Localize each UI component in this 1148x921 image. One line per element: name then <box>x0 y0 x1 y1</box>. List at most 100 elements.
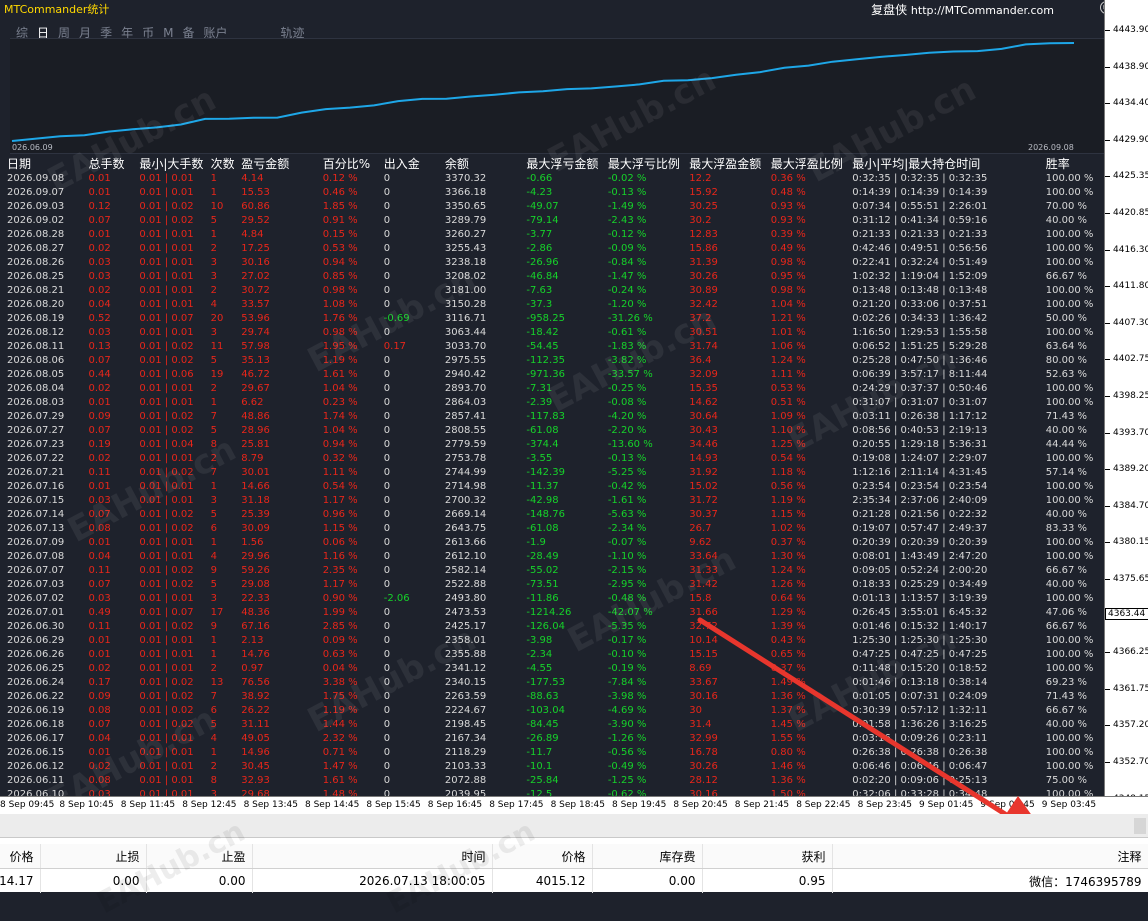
table-cell: 1.17 % <box>322 579 358 590</box>
table-row[interactable]: 2026.07.09 0.01 0.01 | 0.01 1 1.56 0.06 % 0 261… <box>0 536 1104 550</box>
column-header[interactable]: 最小|平均|最大持仓时间 <box>845 155 1039 172</box>
orders-column-header[interactable]: 库存费 <box>592 844 703 869</box>
table-cell: 69.23 % <box>1045 677 1088 688</box>
table-row[interactable]: 2026.06.17 0.04 0.01 | 0.01 4 49.05 2.32 % 0 21… <box>0 732 1104 746</box>
orders-column-header[interactable]: 注释 <box>832 844 1148 869</box>
table-row[interactable]: 2026.08.04 0.02 0.01 | 0.01 2 29.67 1.04 % 0 28… <box>0 382 1104 396</box>
column-header[interactable]: 总手数 <box>81 155 132 172</box>
table-row[interactable]: 2026.07.27 0.07 0.01 | 0.02 5 28.96 1.04 % 0 28… <box>0 424 1104 438</box>
table-row[interactable]: 2026.08.25 0.03 0.01 | 0.01 3 27.02 0.85 % 0 32… <box>0 270 1104 284</box>
table-row[interactable]: 2026.06.18 0.07 0.01 | 0.02 5 31.11 1.44 % 0 21… <box>0 718 1104 732</box>
table-row[interactable]: 2026.06.25 0.02 0.01 | 0.01 2 0.97 0.04 % 0 234… <box>0 662 1104 676</box>
table-cell: 100.00 % <box>1045 537 1094 548</box>
table-cell: 31.11 <box>241 719 270 730</box>
table-cell: 0.01 <box>88 397 111 408</box>
table-row[interactable]: 2026.06.15 0.01 0.01 | 0.01 1 14.96 0.71 % 0 21… <box>0 746 1104 760</box>
table-row[interactable]: 2026.06.11 0.08 0.01 | 0.01 8 32.93 1.61 % 0 20… <box>0 774 1104 788</box>
table-row[interactable]: 2026.07.23 0.19 0.01 | 0.04 8 25.81 0.94 % 0 27… <box>0 438 1104 452</box>
table-row[interactable]: 2026.07.14 0.07 0.01 | 0.02 5 25.39 0.96 % 0 26… <box>0 508 1104 522</box>
table-cell: 0 <box>383 215 391 226</box>
table-row[interactable]: 2026.09.02 0.07 0.01 | 0.02 5 29.52 0.91 % 0 32… <box>0 214 1104 228</box>
table-cell: 3208.02 <box>444 271 487 282</box>
table-cell: 37.2 <box>689 313 712 324</box>
orders-column-header[interactable]: 止盈 <box>146 844 253 869</box>
column-header[interactable]: 胜率 <box>1039 155 1104 172</box>
orders-column-header[interactable]: 价格 <box>0 844 41 869</box>
orders-column-header[interactable]: 止损 <box>40 844 147 869</box>
table-cell: 4 <box>210 551 218 562</box>
table-row[interactable]: 2026.07.08 0.04 0.01 | 0.01 4 29.96 1.16 % 0 26… <box>0 550 1104 564</box>
price-scale[interactable]: 4443.90 4438.90 4434.40 4429.90 4425.35 4420.… <box>1104 0 1148 840</box>
table-row[interactable]: 2026.09.08 0.01 0.01 | 0.01 1 4.14 0.12 % 0 337… <box>0 172 1104 186</box>
column-header[interactable]: 日期 <box>0 155 81 172</box>
table-row[interactable]: 2026.08.19 0.52 0.01 | 0.07 20 53.96 1.76 % -0… <box>0 312 1104 326</box>
table-row[interactable]: 2026.08.21 0.02 0.01 | 0.01 2 30.72 0.98 % 0 31… <box>0 284 1104 298</box>
table-row[interactable]: 2026.08.11 0.13 0.01 | 0.02 11 57.98 1.95 % 0.… <box>0 340 1104 354</box>
column-header[interactable]: 最大浮亏比例 <box>601 155 682 172</box>
table-row[interactable]: 2026.08.12 0.03 0.01 | 0.01 3 29.74 0.98 % 0 30… <box>0 326 1104 340</box>
price-tick <box>1105 322 1110 324</box>
time-axis[interactable]: 8 Sep 09:45 8 Sep 10:45 8 Sep 11:45 8 Sep 1… <box>0 796 1148 814</box>
table-row[interactable]: 2026.07.21 0.11 0.01 | 0.02 7 30.01 1.11 % 0 27… <box>0 466 1104 480</box>
table-cell: 0 <box>383 453 391 464</box>
table-row[interactable]: 2026.06.24 0.17 0.01 | 0.02 13 76.56 3.38 % 0 2… <box>0 676 1104 690</box>
column-header[interactable]: 百分比% <box>316 155 377 172</box>
column-header[interactable]: 余额 <box>438 155 519 172</box>
table-row[interactable]: 2026.09.07 0.01 0.01 | 0.01 1 15.53 0.46 % 0 33… <box>0 186 1104 200</box>
table-row[interactable]: 2026.06.22 0.09 0.01 | 0.02 7 38.92 1.75 % 0 22… <box>0 690 1104 704</box>
orders-column-header[interactable]: 价格 <box>492 844 593 869</box>
column-header[interactable]: 最小|大手数 <box>132 155 203 172</box>
price-tick <box>1105 432 1110 434</box>
table-row[interactable]: 2026.08.27 0.02 0.01 | 0.01 2 17.25 0.53 % 0 32… <box>0 242 1104 256</box>
table-cell: 0:06:46 | 0:06:46 | 0:06:47 <box>852 761 988 772</box>
order-row[interactable]: 4014.170.000.002026.07.13 18:00:054015.1… <box>0 868 1148 893</box>
table-row[interactable]: 2026.08.20 0.04 0.01 | 0.01 4 33.57 1.08 % 0 31… <box>0 298 1104 312</box>
table-cell: 1.49 % <box>770 677 806 688</box>
table-row[interactable]: 2026.06.30 0.11 0.01 | 0.02 9 67.16 2.85 % 0 24… <box>0 620 1104 634</box>
panel-scroll-strip[interactable] <box>0 814 1148 838</box>
table-row[interactable]: 2026.06.26 0.01 0.01 | 0.01 1 14.76 0.63 % 0 23… <box>0 648 1104 662</box>
column-header[interactable]: 最大浮亏金额 <box>519 155 600 172</box>
orders-column-header[interactable]: 时间 <box>252 844 493 869</box>
table-cell: 0.01 | 0.01 <box>139 551 194 562</box>
price-tick <box>1105 66 1110 68</box>
table-row[interactable]: 2026.08.26 0.03 0.01 | 0.01 3 30.16 0.94 % 0 32… <box>0 256 1104 270</box>
table-cell: 9 <box>210 621 218 632</box>
table-row[interactable]: 2026.06.19 0.08 0.01 | 0.02 6 26.22 1.19 % 0 22… <box>0 704 1104 718</box>
table-cell: 63.64 % <box>1045 341 1088 352</box>
table-cell: 3289.79 <box>444 215 487 226</box>
table-row[interactable]: 2026.08.06 0.07 0.01 | 0.02 5 35.13 1.19 % 0 29… <box>0 354 1104 368</box>
table-cell: 3350.65 <box>444 201 487 212</box>
scroll-thumb[interactable] <box>1134 818 1146 834</box>
table-cell: 0.02 <box>88 453 111 464</box>
main-chart-area[interactable]: MTCommander统计 复盘侠 http://MTCommander.com… <box>0 0 1113 821</box>
table-cell: 0.09 <box>88 691 111 702</box>
table-cell: 8.69 <box>689 663 712 674</box>
table-row[interactable]: 2026.07.03 0.07 0.01 | 0.02 5 29.08 1.17 % 0 25… <box>0 578 1104 592</box>
table-row[interactable]: 2026.09.03 0.12 0.01 | 0.02 10 60.86 1.85 % 0 3… <box>0 200 1104 214</box>
table-row[interactable]: 2026.06.29 0.01 0.01 | 0.01 1 2.13 0.09 % 0 235… <box>0 634 1104 648</box>
table-cell: 2026.08.19 <box>7 313 65 324</box>
orders-column-header[interactable]: 获利 <box>702 844 833 869</box>
table-cell: 2026.07.15 <box>7 495 65 506</box>
table-row[interactable]: 2026.07.15 0.03 0.01 | 0.01 3 31.18 1.17 % 0 27… <box>0 494 1104 508</box>
table-row[interactable]: 2026.07.13 0.08 0.01 | 0.02 6 30.09 1.15 % 0 26… <box>0 522 1104 536</box>
table-row[interactable]: 2026.07.29 0.09 0.01 | 0.02 7 48.86 1.74 % 0 28… <box>0 410 1104 424</box>
table-row[interactable]: 2026.06.12 0.02 0.01 | 0.01 2 30.45 1.47 % 0 21… <box>0 760 1104 774</box>
table-row[interactable]: 2026.08.28 0.01 0.01 | 0.01 1 4.84 0.15 % 0 326… <box>0 228 1104 242</box>
table-row[interactable]: 2026.07.07 0.11 0.01 | 0.02 9 59.26 2.35 % 0 25… <box>0 564 1104 578</box>
brand-link[interactable]: http://MTCommander.com <box>911 4 1054 17</box>
table-row[interactable]: 2026.07.02 0.03 0.01 | 0.01 3 22.33 0.90 % -2.… <box>0 592 1104 606</box>
column-header[interactable]: 次数 <box>204 155 235 172</box>
table-row[interactable]: 2026.08.05 0.44 0.01 | 0.06 19 46.72 1.61 % 0 2… <box>0 368 1104 382</box>
table-cell: 100.00 % <box>1045 187 1094 198</box>
column-header[interactable]: 最大浮盈比例 <box>764 155 845 172</box>
table-cell: 71.43 % <box>1045 411 1088 422</box>
table-row[interactable]: 2026.07.22 0.02 0.01 | 0.01 2 8.79 0.32 % 0 275… <box>0 452 1104 466</box>
column-header[interactable]: 最大浮盈金额 <box>682 155 763 172</box>
table-row[interactable]: 2026.08.03 0.01 0.01 | 0.01 1 6.62 0.23 % 0 286… <box>0 396 1104 410</box>
column-header[interactable]: 盈亏金额 <box>234 155 315 172</box>
table-row[interactable]: 2026.07.01 0.49 0.01 | 0.07 17 48.36 1.99 % 0 2… <box>0 606 1104 620</box>
table-row[interactable]: 2026.07.16 0.01 0.01 | 0.01 1 14.66 0.54 % 0 27… <box>0 480 1104 494</box>
column-header[interactable]: 出入金 <box>377 155 438 172</box>
